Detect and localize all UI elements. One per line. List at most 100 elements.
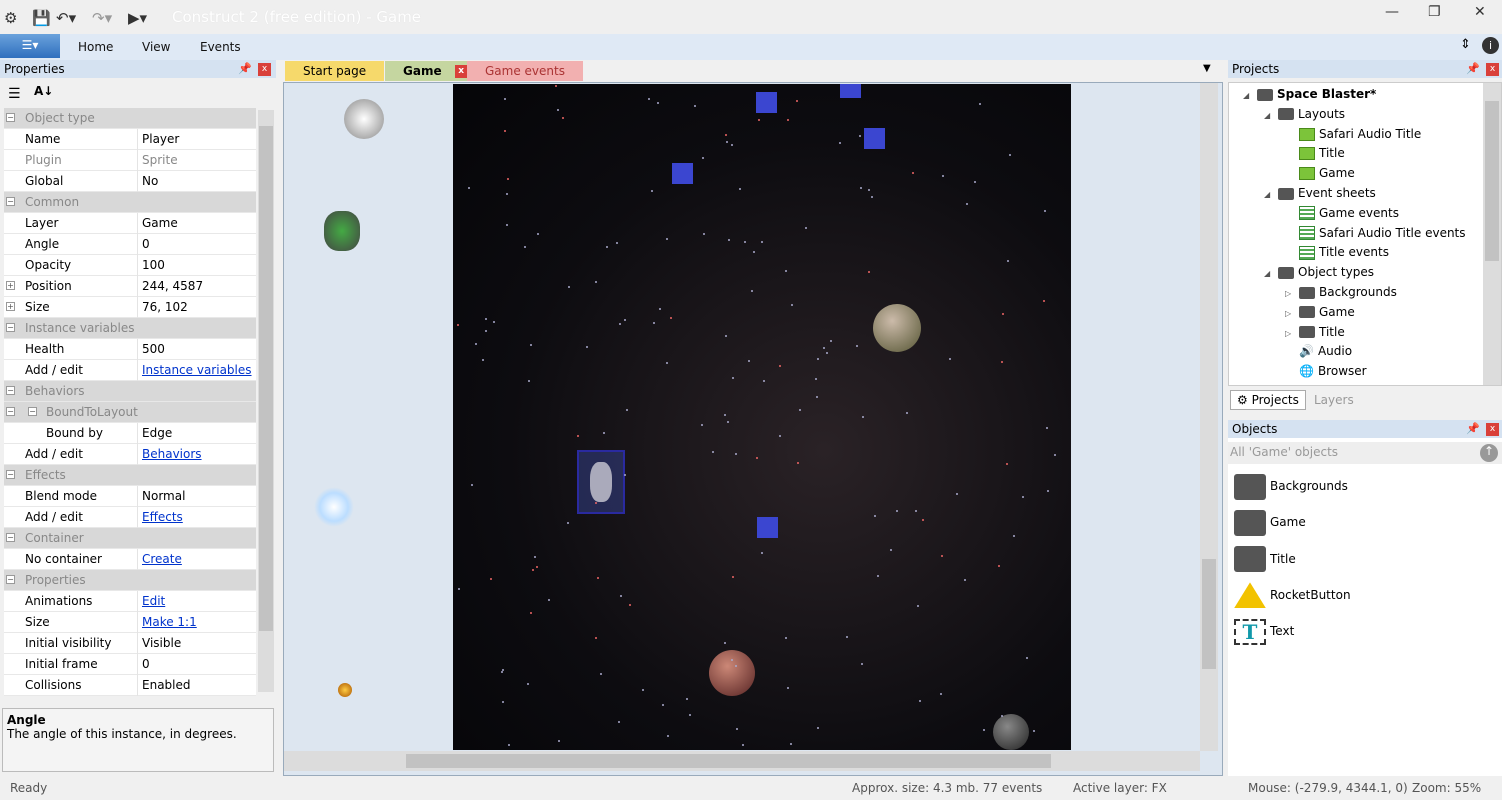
property-row[interactable]: Size Make 1:1 — [4, 612, 256, 633]
property-category[interactable]: − Properties — [4, 570, 256, 591]
property-link[interactable]: Effects — [142, 507, 183, 527]
property-row[interactable]: Add / edit Effects — [4, 507, 256, 528]
pin-icon[interactable]: 📌 — [238, 62, 252, 75]
alphabetical-sort-icon[interactable]: A↓ — [34, 84, 53, 98]
tab-game[interactable]: Game x — [385, 61, 472, 81]
horizontal-scrollbar[interactable] — [284, 751, 1200, 771]
collapse-icon[interactable]: − — [6, 113, 15, 122]
property-value[interactable]: Player — [142, 129, 179, 149]
property-category[interactable]: − BoundToLayout − — [4, 402, 256, 423]
layout-view[interactable] — [283, 82, 1223, 776]
property-category[interactable]: − Effects — [4, 465, 256, 486]
property-value[interactable]: 244, 4587 — [142, 276, 203, 296]
property-row[interactable]: Plugin Sprite — [4, 150, 256, 171]
tree-item[interactable]: Game events — [1285, 206, 1399, 221]
expand-icon[interactable]: + — [6, 281, 15, 290]
property-link[interactable]: Make 1:1 — [142, 612, 197, 632]
sprite-alien[interactable] — [324, 211, 360, 251]
property-row[interactable]: Global No — [4, 171, 256, 192]
categorized-sort-icon[interactable]: ☰ — [8, 86, 21, 102]
tab-home[interactable]: Home — [78, 40, 113, 54]
property-link[interactable]: Create — [142, 549, 182, 569]
collapse-icon[interactable]: − — [28, 407, 37, 416]
collapse-icon[interactable]: − — [6, 386, 15, 395]
sprite-explosion[interactable] — [314, 487, 354, 527]
vertical-scrollbar[interactable] — [1200, 83, 1218, 751]
property-row[interactable]: Animations Edit — [4, 591, 256, 612]
object-item[interactable]: T Text — [1234, 615, 1294, 647]
tree-arrow-icon[interactable]: ▷ — [1285, 309, 1299, 318]
property-row[interactable]: Initial frame 0 — [4, 654, 256, 675]
property-row[interactable]: Bound by Edge — [4, 423, 256, 444]
tree-item[interactable]: ▷ Game — [1285, 305, 1355, 319]
expand-icon[interactable]: + — [6, 302, 15, 311]
up-folder-icon[interactable]: ↑ — [1480, 444, 1498, 462]
property-value[interactable]: Enabled — [142, 675, 191, 695]
tree-scrollbar[interactable] — [1483, 83, 1501, 385]
collapse-icon[interactable]: − — [6, 470, 15, 479]
tree-arrow-icon[interactable]: ◢ — [1264, 111, 1278, 120]
tree-item[interactable]: Title — [1285, 146, 1345, 161]
collapse-icon[interactable]: − — [6, 407, 15, 416]
tree-arrow-icon[interactable]: ◢ — [1264, 190, 1278, 199]
tab-projects[interactable]: ⚙ Projects — [1230, 390, 1306, 410]
tab-start-page[interactable]: Start page — [285, 61, 385, 81]
tree-arrow-icon[interactable]: ▷ — [1285, 289, 1299, 298]
tree-item[interactable]: Safari Audio Title — [1285, 127, 1421, 141]
collapse-icon[interactable]: − — [6, 323, 15, 332]
close-panel-button[interactable]: x — [258, 63, 271, 76]
collapse-icon[interactable]: − — [6, 197, 15, 206]
property-row[interactable]: + Size 76, 102 — [4, 297, 256, 318]
property-value[interactable]: Edge — [142, 423, 172, 443]
object-item[interactable]: Game — [1234, 506, 1306, 538]
property-row[interactable]: Blend mode Normal — [4, 486, 256, 507]
properties-scrollbar[interactable] — [258, 110, 274, 692]
tree-item[interactable]: Game — [1285, 166, 1355, 181]
game-canvas[interactable] — [453, 84, 1071, 750]
property-value[interactable]: 100 — [142, 255, 165, 275]
tabs-dropdown-icon[interactable]: ▼ — [1203, 63, 1211, 74]
close-panel-button[interactable]: x — [1486, 423, 1499, 436]
tab-view[interactable]: View — [142, 40, 170, 54]
tree-arrow-icon[interactable]: ▷ — [1285, 329, 1299, 338]
property-row[interactable]: Health 500 — [4, 339, 256, 360]
property-row[interactable]: Opacity 100 — [4, 255, 256, 276]
property-value[interactable]: 500 — [142, 339, 165, 359]
sprite-enemy[interactable] — [344, 99, 384, 139]
property-category[interactable]: − Object type properties — [4, 108, 256, 145]
minimize-icon[interactable]: — — [1385, 4, 1399, 20]
property-link[interactable]: Behaviors — [142, 444, 202, 464]
property-category[interactable]: − Common — [4, 192, 256, 213]
redo-icon[interactable]: ↷▾ — [92, 9, 112, 27]
property-row[interactable]: Initial visibility Visible — [4, 633, 256, 654]
tree-item[interactable]: Title events — [1285, 245, 1389, 260]
help-icon[interactable]: i — [1482, 37, 1499, 54]
tree-item[interactable]: ◢ Layouts — [1264, 107, 1345, 121]
undo-icon[interactable]: ↶▾ — [56, 9, 76, 27]
tab-game-events[interactable]: Game events — [467, 61, 583, 81]
sprite-fireball[interactable] — [338, 683, 352, 697]
property-value[interactable]: 0 — [142, 234, 150, 254]
collapse-ribbon-icon[interactable]: ⇕ — [1460, 37, 1471, 52]
property-link[interactable]: Instance variables — [142, 360, 252, 380]
property-row[interactable]: Add / edit Behaviors — [4, 444, 256, 465]
object-item[interactable]: Title — [1234, 543, 1296, 575]
property-value[interactable]: Normal — [142, 486, 185, 506]
object-item[interactable]: Backgrounds — [1234, 470, 1348, 502]
pin-icon[interactable]: 📌 — [1466, 422, 1480, 435]
property-category[interactable]: − Instance variables — [4, 318, 256, 339]
tree-item[interactable]: 🌐 Browser — [1285, 364, 1367, 378]
property-link[interactable]: Edit — [142, 591, 165, 611]
property-category[interactable]: − Behaviors — [4, 381, 256, 402]
close-panel-button[interactable]: x — [1486, 63, 1499, 76]
property-row[interactable]: Angle 0 — [4, 234, 256, 255]
property-row[interactable]: Name Player — [4, 129, 256, 150]
app-gear-icon[interactable]: ⚙ — [4, 9, 17, 27]
tree-item[interactable]: ◢ Space Blaster* — [1243, 87, 1376, 101]
tree-item[interactable]: Safari Audio Title events — [1285, 226, 1466, 241]
property-value[interactable]: Sprite — [142, 150, 178, 170]
collapse-icon[interactable]: − — [6, 575, 15, 584]
tree-item[interactable]: ▷ Title — [1285, 325, 1345, 339]
property-value[interactable]: No — [142, 171, 158, 191]
property-value[interactable]: 76, 102 — [142, 297, 188, 317]
